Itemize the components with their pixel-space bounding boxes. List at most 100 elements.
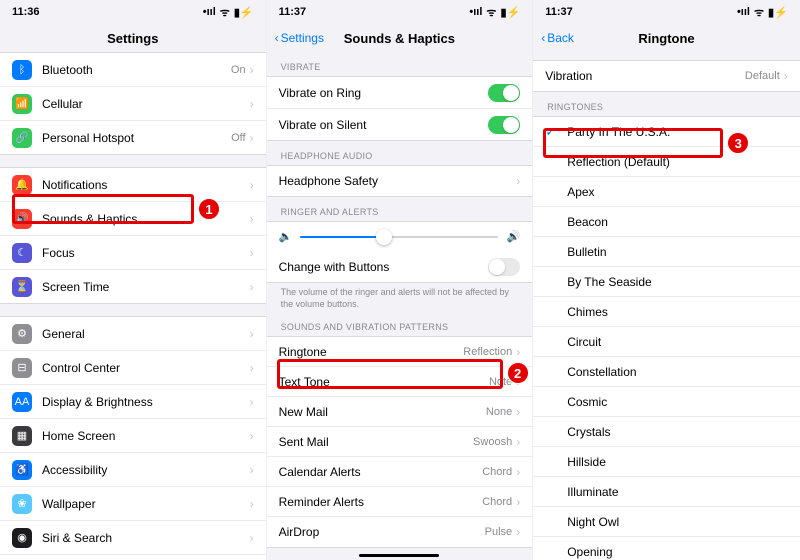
chevron-left-icon: ‹ xyxy=(275,31,279,45)
row-headphone-safety[interactable]: Headphone Safety › xyxy=(267,166,533,196)
ringtone-row[interactable]: Chimes xyxy=(533,297,800,327)
group-general: ⚙General›⊟Control Center›AADisplay & Bri… xyxy=(0,316,266,560)
nav-bar: Settings xyxy=(0,24,266,52)
speaker-high-icon: 🔊 xyxy=(506,230,520,243)
row-label: General xyxy=(42,327,250,341)
settings-row[interactable]: 🔔Notifications› xyxy=(0,168,266,202)
chevron-right-icon: › xyxy=(250,429,254,443)
row-label: Accessibility xyxy=(42,463,250,477)
ringtone-row[interactable]: Illuminate xyxy=(533,477,800,507)
ringtone-row[interactable]: Reflection (Default) xyxy=(533,147,800,177)
chevron-right-icon: › xyxy=(250,63,254,77)
page-title: Sounds & Haptics xyxy=(344,31,455,46)
sounds-icon: 🔊 xyxy=(12,209,32,229)
settings-row[interactable]: ᛒBluetoothOn› xyxy=(0,53,266,87)
settings-row[interactable]: 🔗Personal HotspotOff› xyxy=(0,121,266,154)
hotspot-icon: 🔗 xyxy=(12,128,32,148)
battery-icon: ▮⚡ xyxy=(768,6,788,19)
ringtone-row[interactable]: Opening xyxy=(533,537,800,560)
settings-row[interactable]: ♿ Accessibility› xyxy=(0,453,266,487)
row-detail: Swoosh xyxy=(473,436,512,448)
settings-row[interactable]: RingtoneReflection› xyxy=(267,337,533,367)
wifi-icon: ᯤ xyxy=(220,5,230,20)
ringtone-label: Night Owl xyxy=(567,515,788,529)
clock: 11:37 xyxy=(279,6,307,18)
toggle-row[interactable]: Vibrate on Silent xyxy=(267,109,533,140)
toggle-switch[interactable] xyxy=(488,116,520,134)
chevron-right-icon: › xyxy=(516,435,520,449)
volume-slider[interactable] xyxy=(300,236,498,238)
ringtone-row[interactable]: Circuit xyxy=(533,327,800,357)
row-label: Cellular xyxy=(42,97,250,111)
ringtone-label: Beacon xyxy=(567,215,788,229)
row-label: Reminder Alerts xyxy=(279,495,483,509)
row-label: Focus xyxy=(42,246,250,260)
row-label: Text Tone xyxy=(279,375,489,389)
row-label: Notifications xyxy=(42,178,250,192)
ringtone-row[interactable]: Apex xyxy=(533,177,800,207)
row-vibration[interactable]: Vibration Default › xyxy=(533,61,800,91)
nav-bar: ‹ Back Ringtone xyxy=(533,24,800,52)
status-bar: 11:37 •ııl ᯤ ▮⚡ xyxy=(533,0,800,24)
settings-row[interactable]: 🔊Sounds & Haptics› xyxy=(0,202,266,236)
settings-row[interactable]: ☺Face ID & Passcode› xyxy=(0,555,266,560)
footer-note: The volume of the ringer and alerts will… xyxy=(267,283,533,312)
screentime-icon: ⏳ xyxy=(12,277,32,297)
home-icon: ▦ xyxy=(12,426,32,446)
ringtone-row[interactable]: Crystals xyxy=(533,417,800,447)
settings-row[interactable]: Sent MailSwoosh › xyxy=(267,427,533,457)
settings-row[interactable]: Reminder AlertsChord› xyxy=(267,487,533,517)
row-detail: On xyxy=(231,64,246,76)
ringtone-row[interactable]: Night Owl xyxy=(533,507,800,537)
ringtone-row[interactable]: Beacon xyxy=(533,207,800,237)
section-header-ringtones: RINGTONES xyxy=(533,92,800,116)
general-icon: ⚙ xyxy=(12,324,32,344)
ringtone-row[interactable]: Cosmic xyxy=(533,387,800,417)
settings-row[interactable]: 📶Cellular› xyxy=(0,87,266,121)
access-icon: ♿ xyxy=(12,460,32,480)
row-label: Calendar Alerts xyxy=(279,465,483,479)
ringtone-row[interactable]: Bulletin xyxy=(533,237,800,267)
settings-row[interactable]: AirDropPulse› xyxy=(267,517,533,547)
row-label: Home Screen xyxy=(42,429,250,443)
ringtone-row[interactable]: Constellation xyxy=(533,357,800,387)
ringtone-label: By The Seaside xyxy=(567,275,788,289)
settings-row[interactable]: ⚙ General› xyxy=(0,317,266,351)
row-label: Headphone Safety xyxy=(279,174,517,188)
chevron-right-icon: › xyxy=(250,280,254,294)
chevron-right-icon: › xyxy=(250,463,254,477)
ringtone-row[interactable]: Hillside xyxy=(533,447,800,477)
screen-settings: 11:36 •ııl ᯤ ▮⚡ Settings ᛒBluetoothOn›📶C… xyxy=(0,0,267,560)
settings-row[interactable]: ▦ Home Screen› xyxy=(0,419,266,453)
row-label: Screen Time xyxy=(42,280,250,294)
back-button[interactable]: ‹ Settings xyxy=(275,31,324,45)
ringtone-label: Party In The U.S.A. xyxy=(567,125,788,139)
chevron-right-icon: › xyxy=(250,327,254,341)
settings-row[interactable]: ⊟Control Center› xyxy=(0,351,266,385)
chevron-right-icon: › xyxy=(516,345,520,359)
ringtone-label: Cosmic xyxy=(567,395,788,409)
settings-row[interactable]: AADisplay & Brightness› xyxy=(0,385,266,419)
row-detail: Off xyxy=(231,132,245,144)
settings-row[interactable]: ⏳ Screen Time› xyxy=(0,270,266,303)
settings-row[interactable]: Text ToneNote› xyxy=(267,367,533,397)
settings-row[interactable]: ◉Siri & Search› xyxy=(0,521,266,555)
back-label: Back xyxy=(547,31,574,45)
row-label: Sent Mail xyxy=(279,435,473,449)
settings-row[interactable]: Calendar AlertsChord› xyxy=(267,457,533,487)
settings-row[interactable]: ❀Wallpaper› xyxy=(0,487,266,521)
settings-row[interactable]: ☾Focus› xyxy=(0,236,266,270)
status-indicators: •ııl ᯤ ▮⚡ xyxy=(469,5,520,20)
signal-icon: •ııl xyxy=(737,6,750,18)
ringtone-row[interactable]: ✓Party In The U.S.A. xyxy=(533,117,800,147)
toggle-switch[interactable] xyxy=(488,84,520,102)
toggle-change-buttons[interactable] xyxy=(488,258,520,276)
row-change-with-buttons[interactable]: Change with Buttons xyxy=(267,251,533,282)
toggle-row[interactable]: Vibrate on Ring xyxy=(267,77,533,109)
status-indicators: •ııl ᯤ ▮⚡ xyxy=(203,5,254,20)
page-title: Ringtone xyxy=(638,31,694,46)
ringtone-row[interactable]: By The Seaside xyxy=(533,267,800,297)
chevron-right-icon: › xyxy=(516,525,520,539)
settings-row[interactable]: New MailNone› xyxy=(267,397,533,427)
back-button[interactable]: ‹ Back xyxy=(541,31,574,45)
